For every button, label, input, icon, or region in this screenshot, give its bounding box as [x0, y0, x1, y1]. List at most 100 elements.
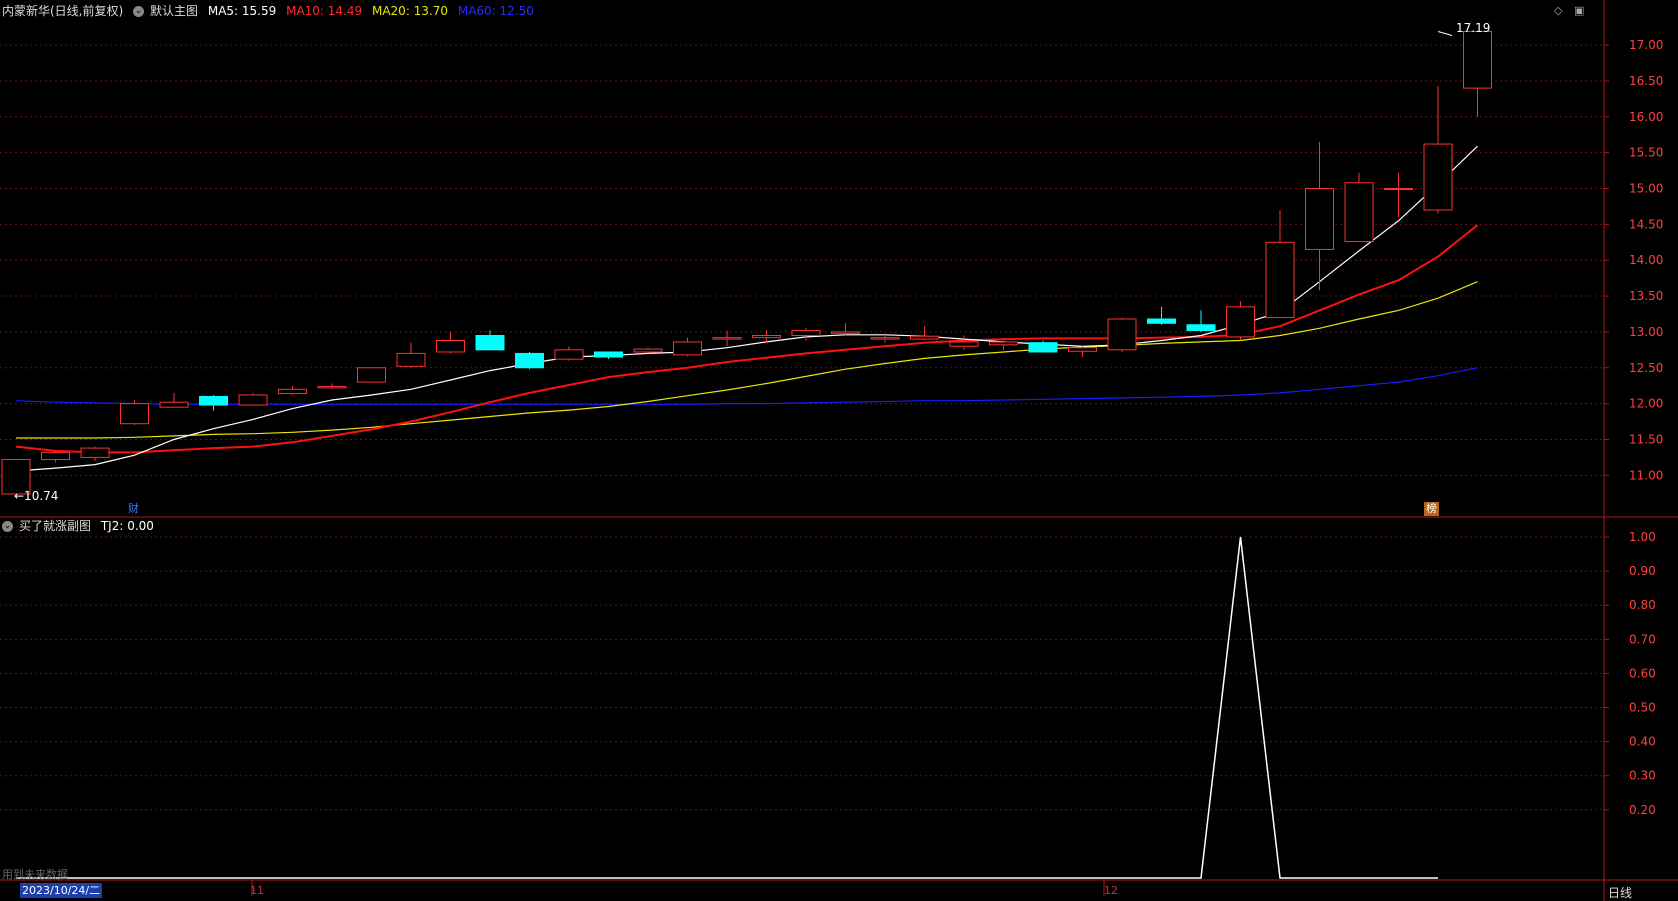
ma10-value: MA10: 14.49	[286, 4, 363, 18]
chevron-down-icon[interactable]: ⌄	[133, 6, 145, 17]
candle-body	[41, 451, 70, 461]
main-y-tick-label: 17.00	[1629, 38, 1663, 52]
candle-body	[515, 352, 544, 369]
candle-body	[475, 334, 505, 351]
period-selector[interactable]: 日线	[1608, 884, 1632, 901]
candle-body	[357, 367, 386, 383]
candle-body	[989, 341, 1018, 346]
finance-badge[interactable]: 财	[126, 502, 141, 516]
candle	[712, 330, 742, 347]
candle-body	[910, 335, 939, 340]
candle-body	[1068, 347, 1097, 352]
candle	[673, 337, 702, 357]
candle	[554, 346, 584, 361]
candle	[436, 331, 465, 354]
candle-body	[120, 403, 149, 425]
candle	[396, 342, 426, 368]
stock-title[interactable]: 内蒙新华(日线,前复权)	[2, 4, 123, 18]
candle	[1028, 340, 1058, 353]
main-panel-name[interactable]: 默认主图	[150, 4, 198, 18]
candle	[1226, 301, 1255, 341]
candle	[199, 395, 228, 411]
candle	[910, 326, 939, 341]
sub-y-tick-label: 0.50	[1629, 701, 1656, 715]
sub-y-tick-label: 0.40	[1629, 735, 1656, 749]
ma60-value: MA60: 12.50	[457, 4, 534, 18]
main-y-tick-label: 11.00	[1629, 468, 1663, 482]
sub-panel-name[interactable]: 买了就涨副图	[19, 519, 91, 533]
sub-y-tick-label: 0.90	[1629, 564, 1656, 578]
candle	[1107, 317, 1137, 352]
month-tick-12: 12	[1104, 884, 1118, 897]
candle-body	[1028, 342, 1058, 353]
main-y-tick-label: 14.50	[1629, 217, 1663, 231]
ma20-value: MA20: 13.70	[371, 4, 449, 18]
main-y-tick-label: 15.50	[1629, 146, 1663, 160]
sub-y-tick-label: 0.20	[1629, 803, 1656, 817]
ma5-line	[15, 145, 1478, 472]
rank-badge[interactable]: 榜	[1424, 502, 1439, 516]
candle-body	[673, 341, 702, 356]
candle-body	[712, 337, 742, 340]
maximize-icon[interactable]: ◇	[1554, 4, 1562, 17]
high-marker-arrow	[1437, 30, 1453, 36]
candle	[949, 335, 979, 350]
chevron-down-icon[interactable]: ⌄	[2, 521, 13, 532]
candle-body	[791, 329, 821, 336]
candle-body	[1344, 182, 1374, 243]
main-chart-header: 内蒙新华(日线,前复权) ⌄ 默认主图 MA5: 15.59 MA10: 14.4…	[2, 3, 540, 19]
tj2-value: TJ2: 0.00	[100, 519, 154, 533]
candle	[515, 351, 544, 370]
candle-body	[752, 334, 781, 339]
candle-body	[1265, 241, 1295, 319]
candle-body	[1384, 188, 1413, 191]
candle	[1068, 346, 1097, 358]
candle	[1147, 306, 1176, 325]
candle	[1423, 85, 1453, 214]
ma5-value: MA5: 15.59	[207, 4, 277, 18]
main-y-tick-label: 12.00	[1629, 397, 1663, 411]
candle-body	[80, 447, 110, 458]
candle	[475, 330, 505, 351]
main-y-tick-label: 11.50	[1629, 432, 1663, 446]
main-y-tick-label: 13.50	[1629, 289, 1663, 303]
candle	[1186, 310, 1216, 332]
sub-y-tick-label: 0.60	[1629, 666, 1656, 680]
candle	[1463, 30, 1492, 117]
candle-body	[1423, 143, 1453, 211]
candle	[1384, 172, 1413, 218]
main-y-tick-label: 15.00	[1629, 182, 1663, 196]
main-y-tick-label: 16.00	[1629, 110, 1663, 124]
candle	[1265, 210, 1295, 319]
candle	[278, 385, 307, 396]
stock-chart[interactable]: 11.00 11.50 12.00 12.50 13.00 13.50 14.00 14.50…	[0, 0, 1678, 901]
sub-y-tick-label: 0.30	[1629, 769, 1656, 783]
sub-chart-header: ⌄ 买了就涨副图 TJ2: 0.00	[2, 518, 160, 534]
candle-body	[317, 385, 347, 389]
main-y-tick-label: 13.00	[1629, 325, 1663, 339]
future-data-note: 用到未来数据	[2, 868, 68, 881]
candle	[159, 392, 189, 408]
candle-body	[1226, 306, 1255, 338]
candle-body	[633, 348, 663, 353]
candle-body	[159, 401, 189, 408]
candle-body	[199, 395, 228, 406]
candle	[357, 367, 386, 383]
candle	[238, 392, 268, 406]
month-tick-11: 11	[250, 884, 264, 897]
main-y-tick-label: 14.00	[1629, 253, 1663, 267]
candle-body	[831, 331, 860, 334]
high-price-label: 17.19	[1456, 21, 1491, 35]
candle-body	[238, 394, 268, 406]
sub-y-tick-label: 0.80	[1629, 598, 1656, 612]
candle	[831, 323, 860, 335]
candle	[80, 446, 110, 461]
settings-icon[interactable]: ▣	[1574, 4, 1584, 17]
candle	[594, 351, 623, 360]
candle-body	[554, 349, 584, 360]
candle-body	[1463, 30, 1492, 89]
candle	[1305, 141, 1334, 291]
date-cursor-label: 2023/10/24/二	[20, 883, 103, 898]
candle-body	[396, 352, 426, 367]
candle	[317, 383, 347, 390]
